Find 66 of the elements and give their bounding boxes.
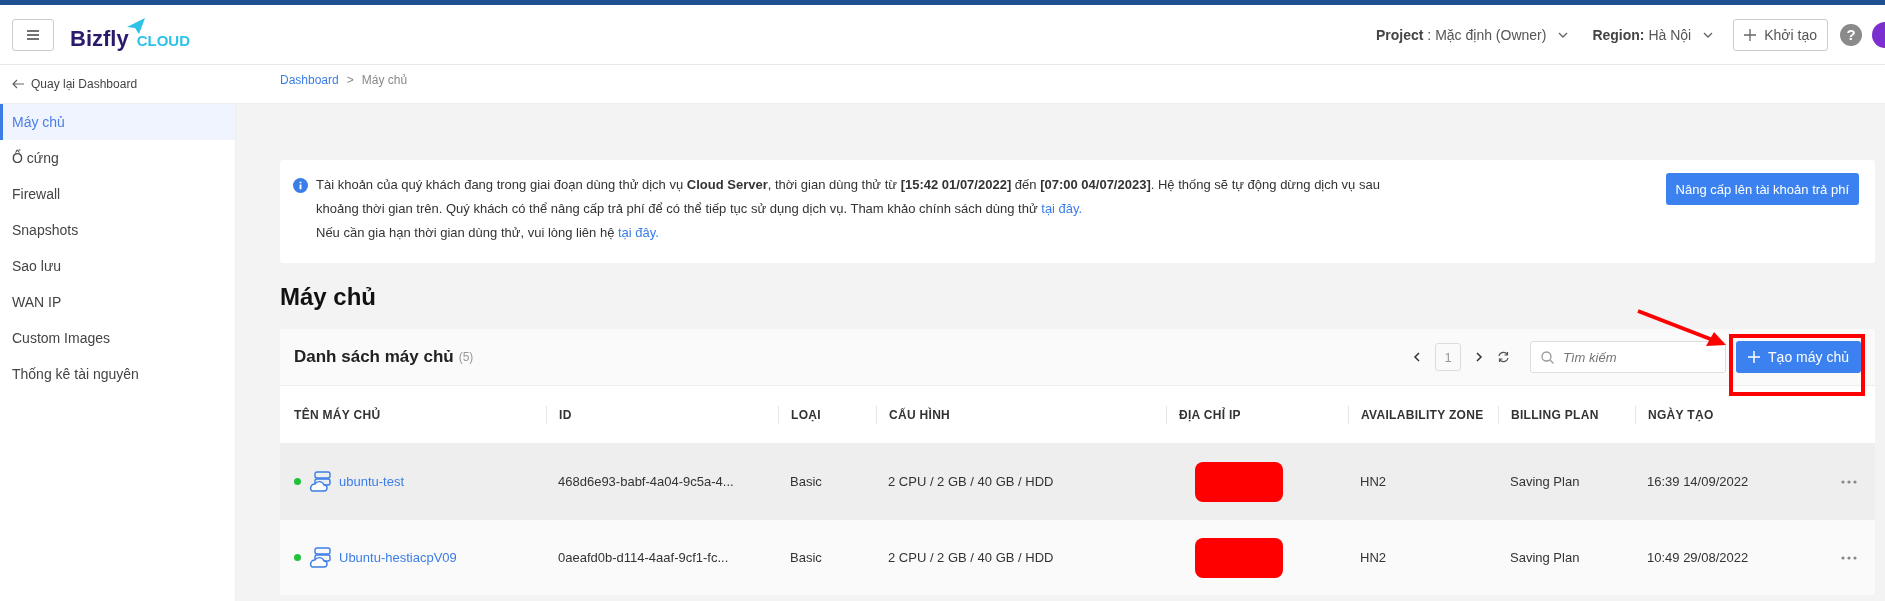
card-title: Danh sách máy chủ xyxy=(294,347,454,367)
table-cell-text: Saving Plan xyxy=(1509,550,1581,565)
policy-link[interactable]: tại đây. xyxy=(618,225,659,240)
region-selector[interactable]: Region: Hà Nội xyxy=(1592,26,1692,43)
server-name-link[interactable]: ubuntu-test xyxy=(339,474,405,489)
notice-text: Nếu cần gia hạn thời gian dùng thử, vui lòng liên hệ tại đây. xyxy=(316,224,660,242)
table-cell-text: HN2 xyxy=(1359,550,1387,565)
search-field[interactable]: Tìm kiếm xyxy=(1530,341,1727,373)
table-cell-text: 2 CPU / 2 GB / 40 GB / HDD xyxy=(887,550,1055,565)
chevron-right-icon[interactable] xyxy=(1475,352,1484,362)
breadcrumb-link[interactable]: Dashboard xyxy=(280,73,339,87)
arrow-left-icon xyxy=(12,79,24,89)
more-icon[interactable] xyxy=(1841,479,1857,484)
column-header: LOẠI xyxy=(778,405,876,424)
table-cell-text: 16:39 14/09/2022 xyxy=(1646,474,1750,489)
column-header: ĐỊA CHỈ IP xyxy=(1166,405,1348,424)
table-cell-text: Basic xyxy=(789,550,823,565)
server-icon xyxy=(308,546,332,569)
page-title: Máy chủ xyxy=(280,283,378,311)
server-icon xyxy=(308,470,332,493)
sidebar-item[interactable]: Máy chủ xyxy=(0,104,235,140)
server-count: (5) xyxy=(458,350,474,364)
project-selector[interactable]: Project : Mặc định (Owner) xyxy=(1376,26,1547,43)
logo-text: Bizfly xyxy=(70,25,129,52)
sidebar-item[interactable]: Snapshots xyxy=(0,212,235,248)
logo-suffix: CLOUD xyxy=(136,31,190,49)
column-header: AVAILABILITY ZONE xyxy=(1348,405,1498,424)
table-cell-text: Basic xyxy=(789,474,823,489)
policy-link[interactable]: tại đây. xyxy=(1041,201,1083,216)
more-icon[interactable] xyxy=(1841,555,1857,560)
column-header: CẤU HÌNH xyxy=(876,405,1166,424)
sidebar-item[interactable]: Ổ cứng xyxy=(0,140,235,176)
table-cell-text: HN2 xyxy=(1359,474,1387,489)
avatar[interactable] xyxy=(1872,21,1885,48)
menu-icon xyxy=(27,29,39,40)
sidebar-item[interactable]: Thống kê tài nguyên xyxy=(0,356,235,392)
table-cell-text: 2 CPU / 2 GB / 40 GB / HDD xyxy=(887,474,1055,489)
breadcrumb-current: Máy chủ xyxy=(361,73,408,87)
sidebar-item[interactable]: Firewall xyxy=(0,176,235,212)
sidebar-item[interactable]: WAN IP xyxy=(0,284,235,320)
notice-text: Tài khoản của quý khách đang trong giai đoạn dùng thử dịch vụ Cloud Server, thời gian dùng thử từ [15:42 01/07/2022] đến [07:00 04/07/2023]. Hệ thống sẽ tự động dừng dịch vụ sau khoảng thời gian trên. Quý khách có thể nâng cấp trả phí để có thể tiếp tục sử dụng dịch vụ. Tham khảo chính sách dùng thử tại đây. xyxy=(316,176,1381,218)
plus-icon xyxy=(1744,28,1757,41)
table-cell-text: Saving Plan xyxy=(1509,474,1581,489)
sidebar-item[interactable]: Sao lưu xyxy=(0,248,235,284)
table-cell-text: 10:49 29/08/2022 xyxy=(1646,550,1750,565)
plus-icon xyxy=(1748,351,1761,363)
create-button[interactable]: Khởi tạo xyxy=(1733,18,1828,51)
sidebar-item[interactable]: Custom Images xyxy=(0,320,235,356)
column-header: BILLING PLAN xyxy=(1498,405,1635,424)
search-icon xyxy=(1541,351,1555,364)
refresh-icon[interactable] xyxy=(1497,351,1511,363)
table-row[interactable]: ubuntu-test 468d6e93-babf-4a04-9c5a-4... Basic 2 CPU / 2 GB / 40 GB / HDD HN2 Saving Plan 16:39 14/09/2022 xyxy=(280,443,1875,519)
info-icon xyxy=(293,178,308,193)
table-cell-text: 468d6e93-babf-4a04-9c5a-4... xyxy=(557,474,735,489)
column-header: ID xyxy=(546,405,778,424)
create-server-button[interactable]: Tạo máy chủ xyxy=(1736,341,1861,373)
server-name-link[interactable]: Ubuntu-hestiacpV09 xyxy=(339,550,457,565)
upgrade-button[interactable]: Nâng cấp lên tài khoản trả phí xyxy=(1665,173,1859,205)
menu-button[interactable] xyxy=(12,18,54,51)
chevron-left-icon[interactable] xyxy=(1413,352,1422,362)
table-row[interactable]: Ubuntu-hestiacpV09 0aeafd0b-d114-4aaf-9cf1-fc... Basic 2 CPU / 2 GB / 40 GB / HDD HN2 Saving Plan 10:49 29/08/2022 xyxy=(280,519,1875,595)
breadcrumb-separator: > xyxy=(346,73,354,87)
column-header: NGÀY TẠO xyxy=(1635,405,1785,424)
column-header: TÊN MÁY CHỦ xyxy=(294,406,382,424)
table-cell-text: 0aeafd0b-d114-4aaf-9cf1-fc... xyxy=(557,550,730,565)
back-link[interactable]: Quay lại Dashboard xyxy=(31,77,138,91)
